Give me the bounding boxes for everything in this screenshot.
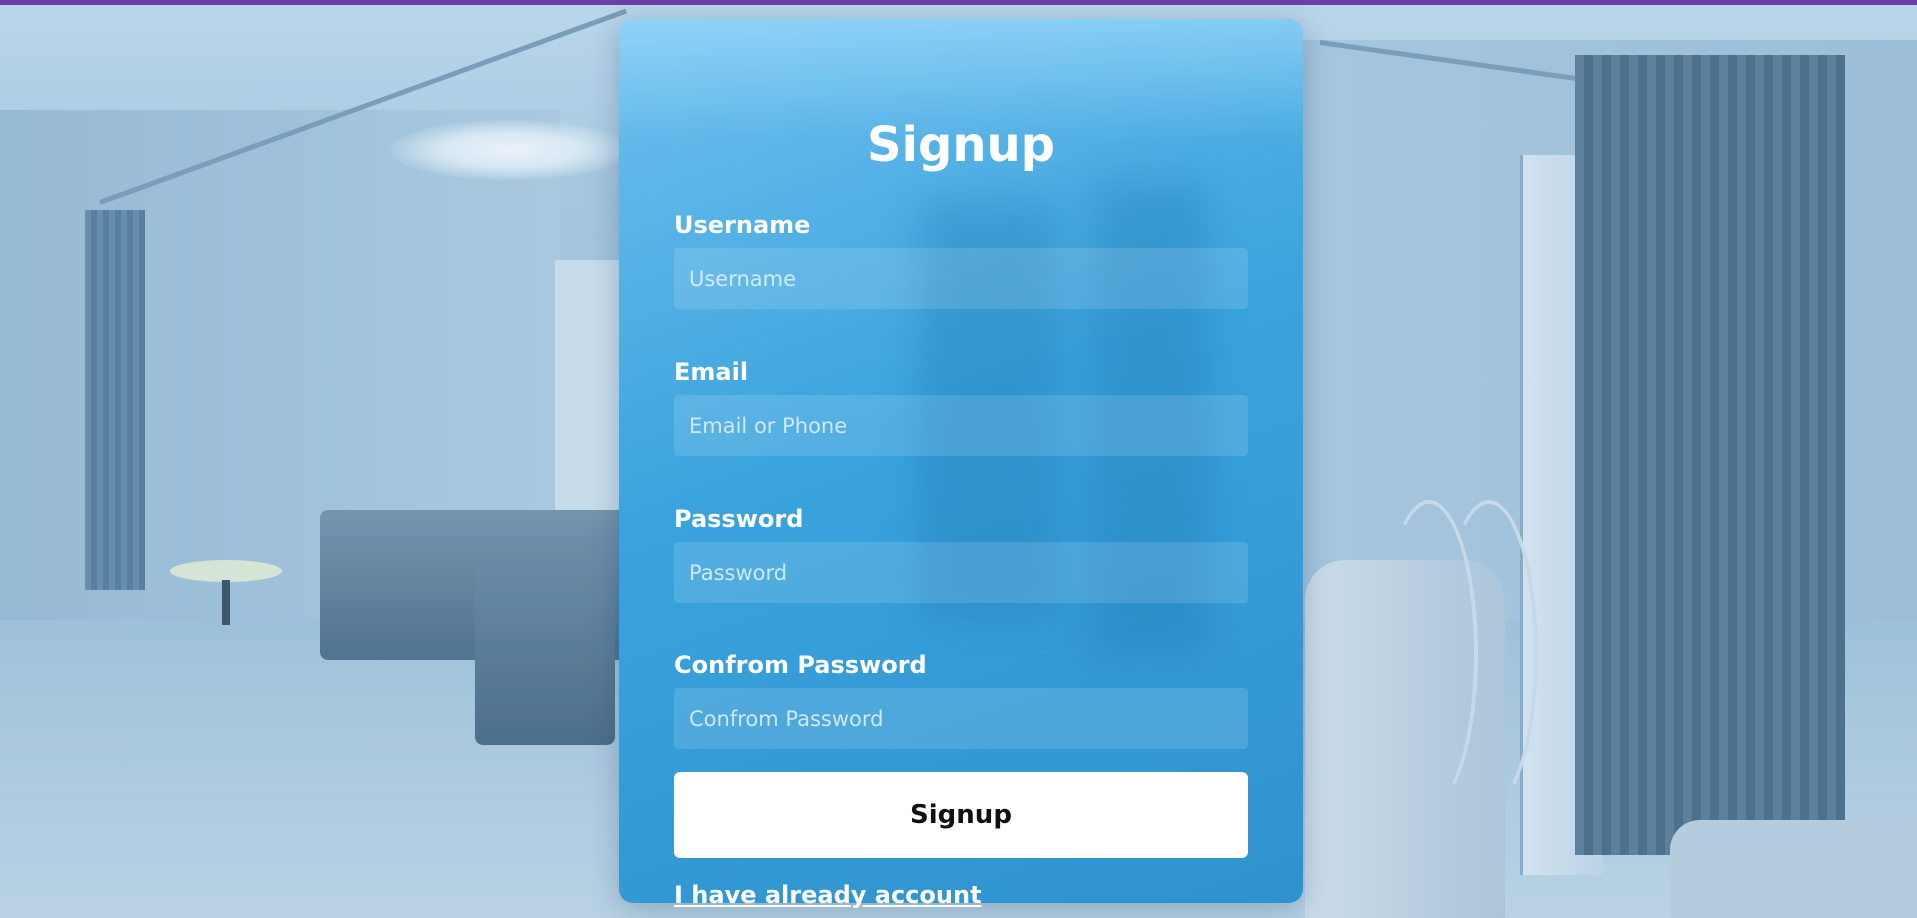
signup-card: Signup Username Email Password Confrom P… [619, 19, 1303, 909]
page-title: Signup [866, 117, 1056, 173]
confirm-password-input[interactable] [674, 688, 1248, 749]
login-link[interactable]: I have already account [674, 881, 982, 909]
confirm-password-label: Confrom Password [674, 651, 927, 679]
username-label: Username [674, 211, 811, 239]
password-label: Password [674, 505, 804, 533]
email-label: Email [674, 358, 749, 386]
top-accent-bar [0, 0, 1917, 5]
signup-button[interactable]: Signup [674, 772, 1248, 858]
password-input[interactable] [674, 542, 1248, 603]
username-input[interactable] [674, 248, 1248, 309]
email-input[interactable] [674, 395, 1248, 456]
